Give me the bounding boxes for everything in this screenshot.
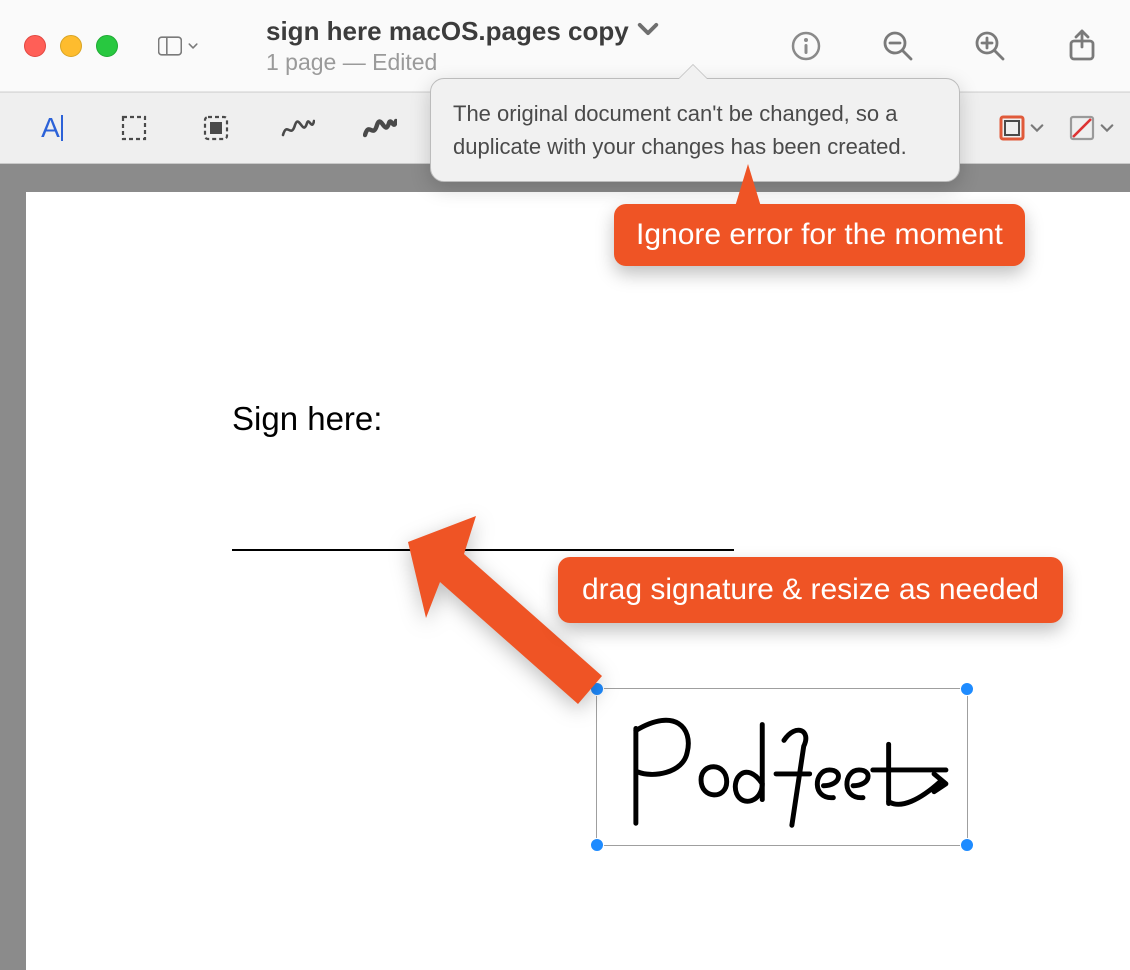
- fill-color-button[interactable]: [1068, 106, 1114, 150]
- markup-toolbar-right: [998, 93, 1114, 163]
- resize-handle-br[interactable]: [960, 838, 974, 852]
- close-window-button[interactable]: [24, 35, 46, 57]
- callout-ignore-error: Ignore error for the moment: [614, 204, 1025, 266]
- title-chevron-icon[interactable]: [637, 18, 659, 45]
- info-button[interactable]: [786, 26, 826, 66]
- traffic-lights: [24, 35, 118, 57]
- text-selection-tool[interactable]: A: [30, 106, 74, 150]
- rectangular-selection-tool[interactable]: [112, 106, 156, 150]
- resize-handle-tr[interactable]: [960, 682, 974, 696]
- signature-object[interactable]: [596, 688, 968, 846]
- zoom-in-button[interactable]: [970, 26, 1010, 66]
- sidebar-toggle-button[interactable]: [158, 26, 198, 66]
- sketch-tool[interactable]: [276, 106, 320, 150]
- share-button[interactable]: [1062, 26, 1102, 66]
- signature-glyph: [597, 689, 967, 845]
- duplicate-notice-popover: The original document can't be changed, …: [430, 78, 960, 182]
- minimize-window-button[interactable]: [60, 35, 82, 57]
- document-subtitle: 1 page — Edited: [266, 49, 659, 76]
- zoom-window-button[interactable]: [96, 35, 118, 57]
- callout-text: Ignore error for the moment: [636, 218, 1003, 251]
- zoom-out-button[interactable]: [878, 26, 918, 66]
- callout-drag-signature: drag signature & resize as needed: [558, 557, 1063, 623]
- resize-handle-bl[interactable]: [590, 838, 604, 852]
- document-title-block[interactable]: sign here macOS.pages copy 1 page — Edit…: [266, 16, 659, 76]
- document-title: sign here macOS.pages copy: [266, 16, 629, 47]
- sign-here-label: Sign here:: [232, 400, 382, 438]
- popover-message: The original document can't be changed, …: [453, 101, 907, 159]
- shape-style-button[interactable]: [998, 106, 1044, 150]
- callout-text: drag signature & resize as needed: [582, 573, 1039, 606]
- smart-lasso-tool[interactable]: [194, 106, 238, 150]
- draw-tool[interactable]: [358, 106, 402, 150]
